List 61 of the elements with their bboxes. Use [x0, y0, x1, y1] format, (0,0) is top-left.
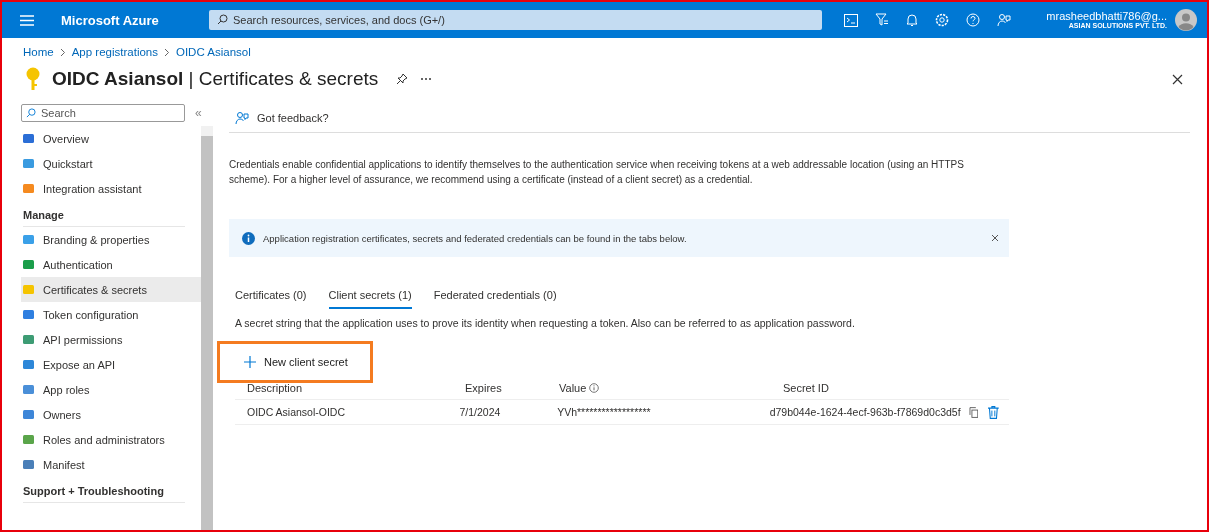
breadcrumb-link[interactable]: OIDC Asiansol	[176, 46, 251, 58]
table-cell-text: d79b044e-1624-4ecf-963b-f7869d0c3d5f	[769, 406, 962, 418]
sidebar-item[interactable]: Manifest	[21, 452, 201, 477]
brand-name[interactable]: Microsoft Azure	[61, 12, 211, 28]
sidebar-item[interactable]: Token configuration	[21, 302, 201, 327]
sidebar-item[interactable]: Owners	[21, 402, 201, 427]
help-icon[interactable]	[966, 13, 980, 27]
sidebar-item[interactable]: Expose an API	[21, 352, 201, 377]
column-header: Value	[559, 382, 783, 394]
bell-icon[interactable]	[906, 13, 918, 27]
column-header: Description	[247, 382, 304, 394]
chevron-icon	[164, 47, 170, 57]
sidebar-item[interactable]: Integration assistant	[21, 176, 201, 201]
table-cell-text: OIDC Asiansol-OIDC	[247, 406, 347, 418]
breadcrumb-link[interactable]: App registrations	[71, 46, 158, 58]
copy-icon[interactable]	[968, 406, 979, 418]
sidebar-item[interactable]: Branding & properties	[21, 227, 201, 252]
filter-icon[interactable]	[875, 13, 889, 27]
account-email[interactable]: mrasheedbhatti786@g...	[1046, 9, 1167, 23]
terminal-icon[interactable]	[844, 13, 858, 27]
feedback-button[interactable]: Got feedback?	[229, 104, 1190, 133]
plus-icon	[244, 356, 256, 368]
collapse-button[interactable]: «	[195, 106, 202, 120]
sidebar-item[interactable]: API permissions	[21, 327, 201, 352]
sidebar-item[interactable]: Roles and administrators	[21, 427, 201, 452]
info-icon	[589, 383, 600, 393]
menu-icon[interactable]	[20, 14, 34, 26]
avatar-icon[interactable]	[1175, 9, 1197, 31]
intro-text: Credentials enable confidential applications to identify themselves to the authentication service when receiving tokens at a web addressable location (using an HTTPS scheme). For a higher level of assurance, we recommend using a certificate (instead of a client secret) as a credential.	[229, 158, 965, 187]
sidebar-item[interactable]: Certificates & secrets	[21, 277, 201, 302]
close-icon[interactable]	[1172, 73, 1183, 85]
sidebar-item[interactable]: App roles	[21, 377, 201, 402]
scrollbar[interactable]	[201, 126, 213, 530]
column-header: Expires	[465, 382, 503, 394]
feedback-icon	[235, 111, 249, 125]
page-title: OIDC Asiansol | Certificates & secrets	[52, 68, 379, 90]
close-icon[interactable]	[991, 234, 999, 242]
breadcrumb-link[interactable]: Home	[23, 46, 54, 58]
tab[interactable]: Federated credentials (0)	[433, 285, 557, 309]
pin-icon[interactable]	[396, 73, 409, 85]
delete-icon[interactable]	[988, 405, 999, 419]
column-header: Secret ID	[783, 382, 830, 394]
info-icon	[242, 231, 255, 245]
search-field[interactable]: Search resources, services, and docs (G+/)	[209, 10, 822, 30]
banner-text: Application registration certificates, secrets and federated credentials can be found in the tabs below.	[263, 232, 688, 244]
section-header: Support + Troubleshooting	[23, 477, 185, 503]
sidebar-item[interactable]: Authentication	[21, 252, 201, 277]
new-client-secret-button[interactable]: New client secret	[217, 341, 373, 383]
chevron-icon	[59, 47, 66, 57]
table-cell-text: 7/1/2024	[459, 406, 502, 418]
feedback-icon[interactable]	[997, 13, 1011, 27]
tab-description: A secret string that the application uses to prove its identity when requesting a token. Also can be referred to as application password.	[235, 317, 856, 329]
sidebar-item[interactable]: Quickstart	[21, 151, 201, 176]
tab[interactable]: Client secrets (1)	[328, 285, 412, 309]
section-header: Manage	[23, 201, 185, 227]
sidebar-search-field[interactable]: Search	[21, 104, 185, 122]
settings-icon[interactable]	[935, 13, 949, 27]
table-cell-text: YVh******************	[556, 406, 652, 418]
sidebar-item[interactable]: Overview	[21, 126, 201, 151]
more-icon[interactable]	[420, 77, 433, 81]
tab[interactable]: Certificates (0)	[235, 285, 307, 309]
